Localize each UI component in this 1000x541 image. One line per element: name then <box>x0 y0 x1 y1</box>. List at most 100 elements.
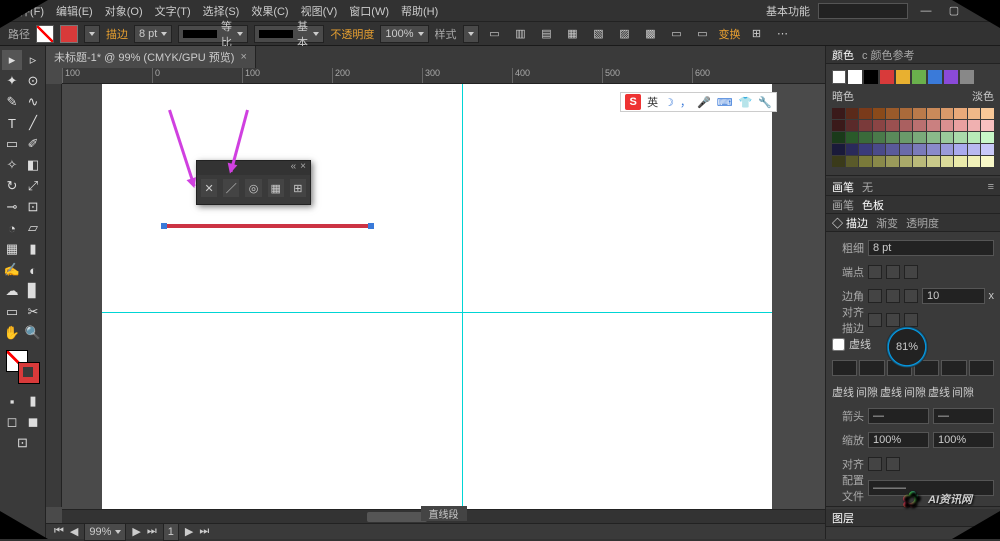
scale-tool[interactable]: ⤢ <box>23 176 43 196</box>
color-cell[interactable] <box>832 108 845 119</box>
color-cell[interactable] <box>981 120 994 131</box>
gradient-mode[interactable]: ▮ <box>23 391 43 411</box>
popup-tool1[interactable]: ✕ <box>201 179 217 197</box>
slice-tool[interactable]: ✂ <box>23 302 43 322</box>
artboard-nav[interactable]: 1 <box>163 523 179 541</box>
color-cell[interactable] <box>913 120 926 131</box>
color-cell[interactable] <box>954 120 967 131</box>
more-icon[interactable]: ⋯ <box>773 24 793 44</box>
line-tool[interactable]: ╱ <box>23 113 43 133</box>
dash-checkbox[interactable] <box>832 338 845 351</box>
screen-mode[interactable]: ⊡ <box>13 433 33 453</box>
current-color[interactable] <box>832 70 846 84</box>
dash-1[interactable] <box>832 360 857 376</box>
color-cell[interactable] <box>900 156 913 167</box>
opacity-input[interactable]: 100% <box>380 25 428 43</box>
arrow-start[interactable]: — <box>868 408 929 424</box>
cap-square[interactable] <box>904 265 918 279</box>
guide-horizontal[interactable] <box>102 312 772 313</box>
ime-moon-icon[interactable]: ☽ <box>664 96 674 109</box>
scrollbar-thumb[interactable] <box>367 512 427 522</box>
profile-dropdown[interactable]: 等比 <box>178 25 248 43</box>
popup-tool2[interactable]: ／ <box>223 179 239 197</box>
menu-help[interactable]: 帮助(H) <box>401 3 438 19</box>
color-cell[interactable] <box>927 144 940 155</box>
color-cell[interactable] <box>832 132 845 143</box>
color-cell[interactable] <box>941 132 954 143</box>
color-cell[interactable] <box>832 156 845 167</box>
shaper-tool[interactable]: ✧ <box>2 155 22 175</box>
align-icon5[interactable]: ▧ <box>589 24 609 44</box>
menu-type[interactable]: 文字(T) <box>155 3 191 19</box>
menu-edit[interactable]: 编辑(E) <box>56 3 93 19</box>
arrow-end[interactable]: — <box>933 408 994 424</box>
color-cell[interactable] <box>913 156 926 167</box>
swatch[interactable] <box>912 70 926 84</box>
selection-tool[interactable]: ▸ <box>2 50 22 70</box>
tab-close-icon[interactable]: × <box>240 51 246 63</box>
hand-tool[interactable]: ✋ <box>2 323 22 343</box>
ime-lang[interactable]: 英 <box>647 94 658 110</box>
gap-1[interactable] <box>859 360 884 376</box>
color-cell[interactable] <box>832 120 845 131</box>
rotate-tool[interactable]: ↻ <box>2 176 22 196</box>
nav-last2-icon[interactable]: ⏭ <box>199 525 209 538</box>
menu-object[interactable]: 对象(O) <box>105 3 143 19</box>
color-cell[interactable] <box>981 144 994 155</box>
pen-tool[interactable]: ✎ <box>2 92 22 112</box>
ime-skin-icon[interactable]: 👕 <box>739 96 753 109</box>
rect-tool[interactable]: ▭ <box>2 134 22 154</box>
zoom-dropdown[interactable]: 99% <box>84 523 126 541</box>
gradient-tab[interactable]: 渐变 <box>876 215 898 231</box>
color-tab[interactable]: 颜色 <box>832 47 854 63</box>
panel-menu-icon[interactable]: ≡ <box>988 181 994 193</box>
gap-3[interactable] <box>969 360 994 376</box>
popup-tool5[interactable]: ⊞ <box>290 179 306 197</box>
scale-start[interactable]: 100% <box>868 432 929 448</box>
graph-tool[interactable]: ▊ <box>23 281 43 301</box>
color-cell[interactable] <box>981 156 994 167</box>
canvas-area[interactable]: 1000100200300400500600 «× ✕ ／ ◎ ▦ ⊞ <box>46 68 825 523</box>
color-cell[interactable] <box>968 132 981 143</box>
popup-tool3[interactable]: ◎ <box>245 179 261 197</box>
color-cell[interactable] <box>954 144 967 155</box>
eraser-tool[interactable]: ◧ <box>23 155 43 175</box>
lasso-tool[interactable]: ⊙ <box>23 71 43 91</box>
brush-panel-tab[interactable]: 画笔 <box>832 179 854 195</box>
transparency-tab[interactable]: 透明度 <box>906 215 939 231</box>
guide-vertical[interactable] <box>462 84 463 523</box>
color-cell[interactable] <box>886 108 899 119</box>
color-cell[interactable] <box>873 108 886 119</box>
color-cell[interactable] <box>886 144 899 155</box>
color-cell[interactable] <box>886 120 899 131</box>
stroke-weight-input[interactable]: 8 pt <box>134 25 172 43</box>
menu-effect[interactable]: 效果(C) <box>251 3 288 19</box>
popup-tool4[interactable]: ▦ <box>268 179 284 197</box>
swatch[interactable] <box>960 70 974 84</box>
color-cell[interactable] <box>913 108 926 119</box>
scale-end[interactable]: 100% <box>933 432 994 448</box>
nav-first-icon[interactable]: ⏮ <box>54 525 64 538</box>
color-cell[interactable] <box>968 144 981 155</box>
swatch[interactable] <box>944 70 958 84</box>
align-icon8[interactable]: ▭ <box>667 24 687 44</box>
eyedropper-tool[interactable]: ✍ <box>2 260 22 280</box>
dash-3[interactable] <box>941 360 966 376</box>
align-icon2[interactable]: ▥ <box>511 24 531 44</box>
artboard[interactable] <box>102 84 772 523</box>
color-cell[interactable] <box>873 132 886 143</box>
color-cell[interactable] <box>954 156 967 167</box>
color-cell[interactable] <box>846 108 859 119</box>
align-outside[interactable] <box>904 313 918 327</box>
document-tab[interactable]: 未标题-1* @ 99% (CMYK/GPU 预览) × <box>46 46 256 68</box>
align-icon[interactable]: ▭ <box>485 24 505 44</box>
swatch[interactable] <box>928 70 942 84</box>
sogou-icon[interactable]: S <box>625 94 641 110</box>
workspace-label[interactable]: 基本功能 <box>766 3 810 19</box>
color-cell[interactable] <box>900 108 913 119</box>
scrollbar-horizontal[interactable]: 直线段 <box>62 509 825 523</box>
free-transform-tool[interactable]: ⊡ <box>23 197 43 217</box>
align-arrow-2[interactable] <box>886 457 900 471</box>
color-cell[interactable] <box>900 120 913 131</box>
align-icon7[interactable]: ▩ <box>641 24 661 44</box>
